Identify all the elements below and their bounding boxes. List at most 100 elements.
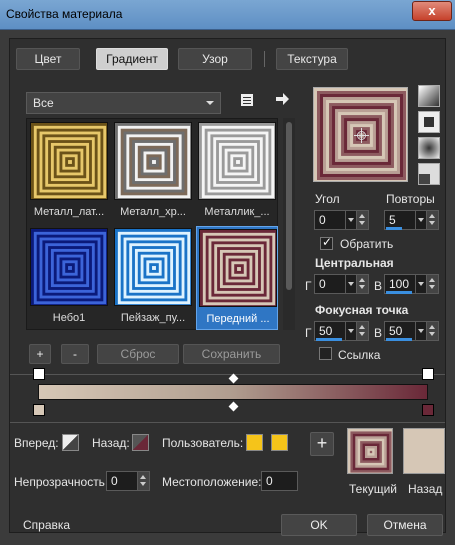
radial-style-icon[interactable] <box>418 137 440 159</box>
gradient-thumbnail <box>114 122 192 200</box>
gallery-item-label: Передний ... <box>206 313 270 325</box>
gallery-scrollbar[interactable] <box>283 118 295 330</box>
repeats-label: Повторы <box>386 192 435 206</box>
gallery-item[interactable]: Передний ... <box>196 226 278 330</box>
spin-arrows-icon[interactable] <box>137 472 149 490</box>
spin-arrows-icon[interactable] <box>356 322 368 340</box>
divider <box>10 422 445 423</box>
sunburst-style-icon[interactable] <box>418 163 440 185</box>
close-button[interactable]: x <box>412 1 452 21</box>
linear-style-icon[interactable] <box>418 85 440 107</box>
focal-v-label: В <box>374 326 383 340</box>
location-value: 0 <box>266 474 273 488</box>
forward-swatch[interactable] <box>62 434 79 451</box>
cancel-button[interactable]: Отмена <box>367 514 443 536</box>
tab-gradient[interactable]: Градиент <box>96 48 168 70</box>
opacity-label: Непрозрачность: <box>14 475 109 489</box>
gallery-item[interactable]: Небо1 <box>28 226 110 330</box>
gradient-thumbnail <box>198 122 276 200</box>
link-checkbox[interactable] <box>319 347 332 360</box>
current-swatch[interactable] <box>347 428 393 474</box>
gallery-item[interactable]: Пейзаж_пу... <box>112 226 194 330</box>
save-button[interactable]: Сохранить <box>183 344 280 364</box>
location-label: Местоположение: <box>162 475 262 489</box>
add-swatch-button[interactable]: + <box>310 432 334 456</box>
reset-button[interactable]: Сброс <box>97 344 179 364</box>
center-v-slider[interactable] <box>386 291 412 294</box>
spin-arrows-icon[interactable] <box>356 275 368 293</box>
current-label: Текущий <box>349 482 397 496</box>
gradient-bar[interactable] <box>38 384 428 400</box>
spin-arrows-icon[interactable] <box>426 211 438 229</box>
opacity-value: 0 <box>111 474 118 488</box>
center-v-label: В <box>374 279 383 293</box>
gradient-thumbnail <box>199 229 277 307</box>
repeats-slider[interactable] <box>386 227 402 230</box>
center-label: Центральная <box>315 256 394 270</box>
gallery-item[interactable]: Металлик_... <box>196 120 278 224</box>
tab-texture[interactable]: Текстура <box>276 48 348 70</box>
forward-label: Вперед: <box>14 436 59 450</box>
opacity-stop-left[interactable] <box>33 368 45 380</box>
gallery-item-label: Металл_хр... <box>120 206 186 218</box>
focal-v-value: 50 <box>389 324 403 338</box>
ok-button[interactable]: OK <box>281 514 357 536</box>
back-swatch[interactable] <box>132 434 149 451</box>
back-material-swatch[interactable] <box>403 428 445 474</box>
center-h-value: 0 <box>319 277 326 291</box>
invert-checkbox[interactable] <box>320 235 333 250</box>
opacity-stop-right[interactable] <box>422 368 434 380</box>
help-link[interactable]: Справка <box>23 518 70 532</box>
window-title: Свойства материала <box>6 7 123 21</box>
list-view-icon[interactable] <box>238 93 256 111</box>
focal-h-value: 50 <box>319 324 333 338</box>
spin-arrows-icon[interactable] <box>426 322 438 340</box>
chevron-down-icon[interactable] <box>415 211 426 229</box>
chevron-down-icon[interactable] <box>415 322 426 340</box>
user-color-swatch-2[interactable] <box>271 434 288 451</box>
scrollbar-thumb[interactable] <box>286 122 292 290</box>
back-swatch-label: Назад <box>408 482 443 496</box>
divider <box>10 374 445 375</box>
category-value: Все <box>33 96 54 110</box>
chevron-down-icon[interactable] <box>345 275 356 293</box>
arrow-right-icon[interactable] <box>273 92 291 110</box>
link-label[interactable]: Ссылка <box>338 348 380 362</box>
chevron-down-icon <box>206 101 214 105</box>
center-h-input[interactable]: 0 <box>314 274 369 294</box>
gallery-item[interactable]: Металл_хр... <box>112 120 194 224</box>
gallery-item[interactable]: Металл_лат... <box>28 120 110 224</box>
center-v-value: 100 <box>389 277 410 291</box>
gallery-item-label: Пейзаж_пу... <box>120 312 186 324</box>
remove-gradient-button[interactable]: - <box>61 344 89 364</box>
gradient-preview[interactable] <box>313 87 408 182</box>
user-label: Пользователь: <box>162 436 244 450</box>
color-stop-right[interactable] <box>422 404 434 416</box>
focal-v-slider[interactable] <box>386 338 412 341</box>
opacity-input[interactable]: 0 <box>106 471 150 491</box>
tab-color[interactable]: Цвет <box>16 48 80 70</box>
gradient-thumbnail <box>30 122 108 200</box>
add-gradient-button[interactable]: + <box>29 344 51 364</box>
gallery-item-label: Металл_лат... <box>33 206 105 218</box>
color-stop-left[interactable] <box>33 404 45 416</box>
angle-label: Угол <box>315 192 340 206</box>
spin-arrows-icon[interactable] <box>356 211 368 229</box>
center-h-label: Г <box>305 279 312 293</box>
invert-label[interactable]: Обратить <box>340 237 393 251</box>
focal-h-slider[interactable] <box>316 338 342 341</box>
back-label: Назад: <box>92 436 130 450</box>
rectangular-style-icon[interactable] <box>418 111 440 133</box>
tab-divider <box>264 51 265 67</box>
location-input[interactable]: 0 <box>261 471 298 491</box>
spin-arrows-icon[interactable] <box>426 275 438 293</box>
angle-input[interactable]: 0 <box>314 210 369 230</box>
tab-pattern[interactable]: Узор <box>178 48 252 70</box>
chevron-down-icon[interactable] <box>415 275 426 293</box>
chevron-down-icon[interactable] <box>345 211 356 229</box>
gradient-thumbnail <box>114 228 192 306</box>
category-select[interactable]: Все <box>26 92 221 114</box>
user-color-swatch-1[interactable] <box>246 434 263 451</box>
gallery-item-label: Небо1 <box>52 312 86 324</box>
chevron-down-icon[interactable] <box>345 322 356 340</box>
